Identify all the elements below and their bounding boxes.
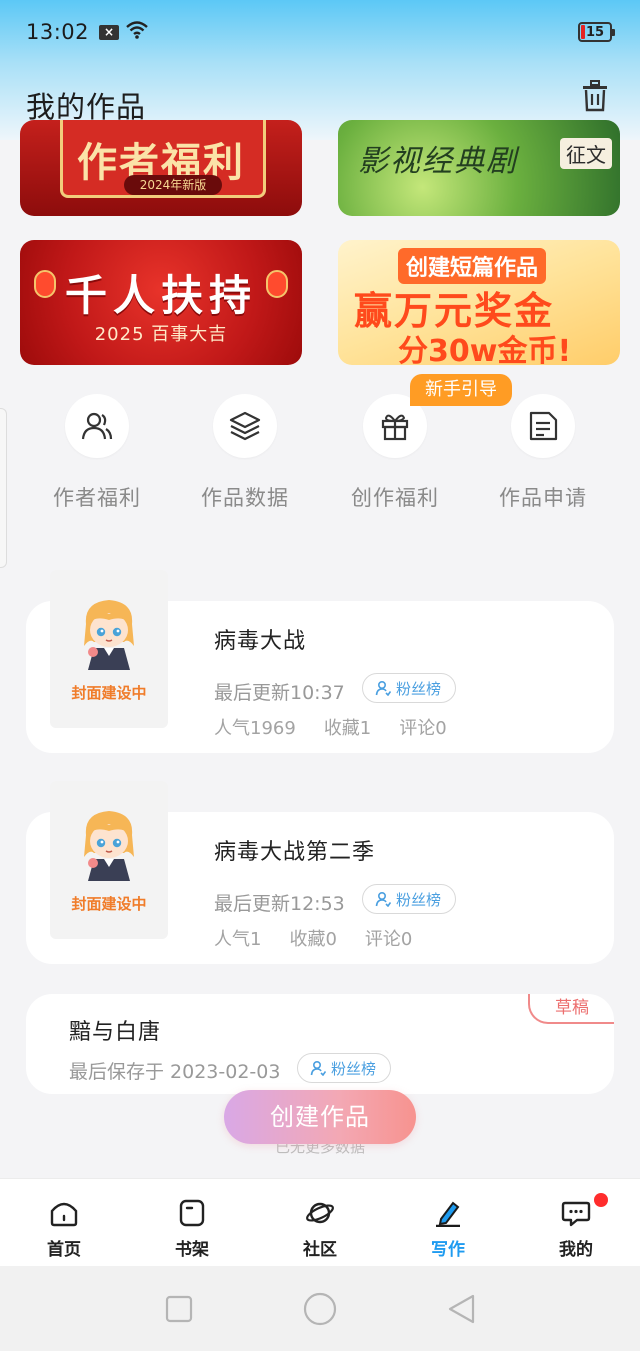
- banner-tag: 2024年新版: [124, 175, 222, 195]
- work-stats: 人气1969 收藏1 评论0: [214, 714, 447, 740]
- banner-thousand-support[interactable]: 千人扶持 2025 百事大吉: [20, 240, 302, 365]
- banner-title: 影视经典剧: [358, 144, 518, 179]
- document-icon: [511, 394, 575, 458]
- fan-icon: [310, 1060, 326, 1076]
- stat-favorites: 收藏0: [289, 929, 337, 950]
- draft-title: 黯与白唐: [69, 1020, 162, 1045]
- banner-tag: 征文: [560, 138, 612, 169]
- stat-favorites: 收藏1: [323, 718, 372, 739]
- shortcut-author-welfare[interactable]: 作者福利: [32, 394, 162, 512]
- author-icon: [65, 394, 129, 458]
- tab-community[interactable]: 社区: [256, 1179, 384, 1266]
- wifi-icon: [125, 20, 149, 44]
- recent-apps-button[interactable]: [165, 1295, 193, 1323]
- tab-home[interactable]: 首页: [0, 1179, 128, 1266]
- anime-avatar-icon: [84, 600, 134, 670]
- shortcut-label: 作品数据: [201, 486, 289, 510]
- home-icon: [50, 1202, 78, 1227]
- cover-placeholder-label: 封面建设中: [71, 895, 147, 913]
- status-time: 13:02: [26, 20, 90, 44]
- stat-popularity: 人气1969: [214, 718, 296, 739]
- fan-ranking-label: 粉丝榜: [396, 890, 442, 909]
- status-bar: 13:02 × 15: [0, 0, 640, 64]
- banner-subtitle: 2025 百事大吉: [94, 324, 228, 345]
- back-button[interactable]: [447, 1294, 475, 1324]
- trash-icon[interactable]: [580, 80, 610, 112]
- shortcut-label: 作品申请: [499, 486, 587, 510]
- stat-comments: 评论0: [399, 718, 447, 739]
- banner-short-story[interactable]: 创建短篇作品 赢万元奖金 分30w金币!: [338, 240, 620, 365]
- tab-label: 社区: [303, 1240, 337, 1260]
- cover-placeholder-label: 封面建设中: [71, 684, 147, 702]
- planet-icon: [306, 1202, 334, 1224]
- newbie-guide-badge[interactable]: 新手引导: [410, 374, 512, 406]
- pen-icon: [436, 1201, 460, 1227]
- shortcut-work-data[interactable]: 作品数据: [180, 394, 310, 512]
- stat-comments: 评论0: [364, 929, 413, 950]
- tab-label: 首页: [47, 1240, 81, 1260]
- bookshelf-icon: [179, 1199, 205, 1227]
- work-update-time: 最后更新10:37: [214, 682, 345, 704]
- shortcut-work-application[interactable]: 作品申请: [478, 394, 608, 512]
- stat-popularity: 人气1: [214, 929, 262, 950]
- anime-avatar-icon: [84, 811, 134, 881]
- work-stats: 人气1 收藏0 评论0: [214, 925, 412, 951]
- draft-card[interactable]: 草稿 黯与白唐 最后保存于 2023-02-03 粉丝榜: [26, 994, 614, 1094]
- system-navigation-bar: [0, 1266, 640, 1351]
- tab-me[interactable]: 我的: [512, 1179, 640, 1266]
- fan-ranking-button[interactable]: 粉丝榜: [362, 884, 457, 914]
- tab-label: 写作: [431, 1240, 465, 1260]
- battery-indicator: 15: [578, 22, 615, 42]
- fan-ranking-label: 粉丝榜: [396, 679, 442, 698]
- draft-saved-time: 最后保存于 2023-02-03: [69, 1061, 281, 1083]
- work-title: 病毒大战: [214, 629, 307, 654]
- fan-ranking-label: 粉丝榜: [331, 1059, 377, 1078]
- fan-icon: [375, 891, 391, 907]
- banner-author-welfare[interactable]: 作者福利 2024年新版: [20, 120, 302, 216]
- work-title: 病毒大战第二季: [214, 840, 376, 865]
- tab-bookshelf[interactable]: 书架: [128, 1179, 256, 1266]
- shortcut-label: 作者福利: [53, 486, 141, 510]
- create-work-button[interactable]: 创建作品: [224, 1090, 416, 1144]
- side-drawer-handle[interactable]: [0, 408, 7, 568]
- notification-icon: ×: [99, 24, 120, 40]
- layers-icon: [213, 394, 277, 458]
- banner-film-contest[interactable]: 影视经典剧 征文: [338, 120, 620, 216]
- bottom-tab-bar: 首页 书架 社区 写作 我的: [0, 1178, 640, 1266]
- fan-ranking-button[interactable]: 粉丝榜: [362, 673, 457, 703]
- shortcut-label: 创作福利: [351, 486, 439, 510]
- tab-writing[interactable]: 写作: [384, 1179, 512, 1266]
- work-update-time: 最后更新12:53: [214, 893, 345, 915]
- notification-dot: [594, 1193, 608, 1207]
- home-button[interactable]: [303, 1292, 337, 1326]
- draft-tag: 草稿: [528, 994, 614, 1024]
- fan-ranking-button[interactable]: 粉丝榜: [297, 1053, 392, 1083]
- fan-icon: [375, 680, 391, 696]
- shortcut-creation-welfare[interactable]: 创作福利: [330, 394, 460, 512]
- banner-top-text: 创建短篇作品: [398, 248, 547, 284]
- banner-title: 千人扶持: [64, 271, 257, 320]
- tab-label: 书架: [175, 1240, 209, 1260]
- tab-label: 我的: [559, 1240, 593, 1260]
- work-cover[interactable]: 封面建设中: [50, 570, 168, 728]
- banner-bottom-text: 分30w金币!: [398, 334, 572, 365]
- chat-icon: [561, 1201, 591, 1227]
- work-cover[interactable]: 封面建设中: [50, 781, 168, 939]
